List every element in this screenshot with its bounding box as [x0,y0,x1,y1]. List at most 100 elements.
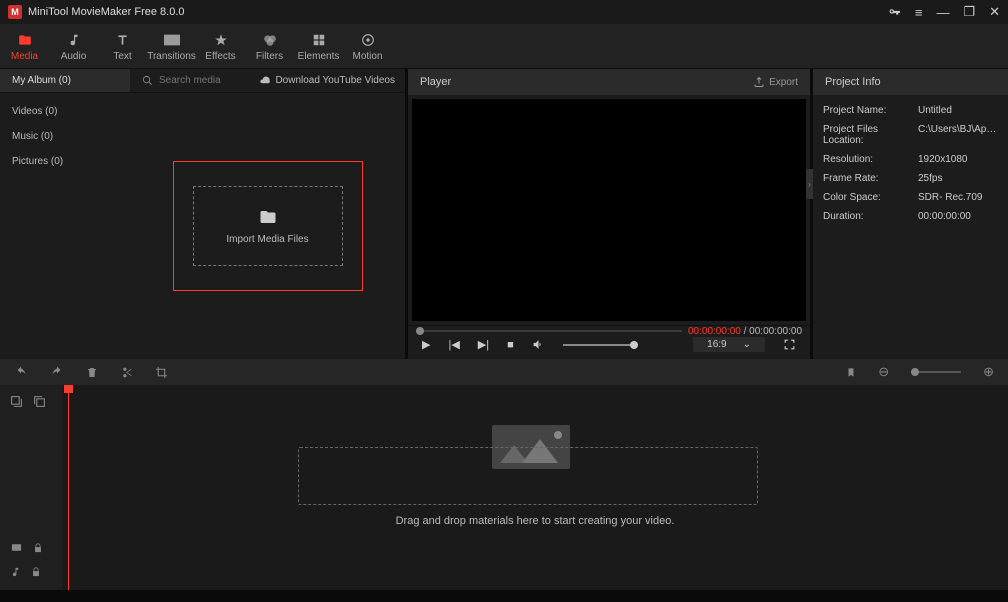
redo-button[interactable] [50,366,64,378]
volume-icon[interactable] [532,338,545,351]
nav-label: Elements [298,51,340,62]
timeline: Drag and drop materials here to start cr… [0,385,1008,590]
info-value: 25fps [918,173,998,184]
category-music[interactable]: Music (0) [0,124,130,149]
add-track-button[interactable] [10,395,23,408]
video-track-icon[interactable] [10,542,23,554]
nav-label: Audio [61,51,87,62]
transitions-icon [164,31,180,49]
search-input[interactable] [159,75,249,86]
motion-icon [361,31,375,49]
minimize-icon[interactable]: — [936,5,949,20]
info-value: 00:00:00:00 [918,211,998,222]
info-value: C:\Users\BJ\App... [918,124,998,146]
crop-button[interactable] [155,366,168,379]
fullscreen-button[interactable] [783,338,796,351]
nav-motion[interactable]: Motion [343,24,392,68]
preview-area[interactable] [412,99,806,321]
close-icon[interactable]: ✕ [989,4,1000,20]
info-key: Color Space: [823,192,918,203]
lock-icon[interactable] [31,566,41,578]
timeline-hint: Drag and drop materials here to start cr… [62,515,1008,527]
app-title: MiniTool MovieMaker Free 8.0.0 [28,6,888,18]
seek-slider[interactable] [416,330,682,332]
split-button[interactable] [120,366,133,379]
info-key: Duration: [823,211,918,222]
import-dropzone[interactable]: Import Media Files [193,186,343,266]
info-value: 1920x1080 [918,154,998,165]
marker-button[interactable] [846,366,856,379]
export-label: Export [769,77,798,88]
elements-icon [312,31,326,49]
timeline-dropzone[interactable] [298,447,758,505]
nav-filters[interactable]: Filters [245,24,294,68]
effects-icon [214,31,228,49]
cloud-download-icon [259,75,271,86]
app-logo: M [8,5,22,19]
top-nav: Media Audio Text Transitions Effects Fil… [0,24,1008,69]
maximize-icon[interactable]: ❐ [963,4,975,20]
download-youtube-link[interactable]: Download YouTube Videos [259,75,395,86]
audio-track-icon[interactable] [10,566,21,578]
nav-label: Effects [205,51,235,62]
timeline-track-headers [0,385,62,590]
media-panel: My Album (0) Download YouTube Videos Vid… [0,69,405,359]
zoom-out-button[interactable]: ⊖ [878,364,889,380]
playhead[interactable] [68,385,69,590]
info-value: Untitled [918,105,998,116]
nav-label: Filters [256,51,283,62]
download-label: Download YouTube Videos [275,75,395,86]
zoom-in-button[interactable]: ⊕ [983,364,994,380]
media-categories: Videos (0) Music (0) Pictures (0) [0,93,130,359]
chevron-down-icon: ⌄ [743,339,751,350]
prev-frame-button[interactable]: |◀ [448,338,459,351]
import-label: Import Media Files [226,234,308,245]
duplicate-track-button[interactable] [33,395,46,408]
info-key: Frame Rate: [823,173,918,184]
export-button[interactable]: Export [753,76,798,88]
nav-label: Text [113,51,131,62]
category-videos[interactable]: Videos (0) [0,99,130,124]
nav-effects[interactable]: Effects [196,24,245,68]
info-key: Project Files Location: [823,124,918,146]
key-icon[interactable] [888,6,901,19]
stop-button[interactable]: ■ [507,339,514,351]
category-pictures[interactable]: Pictures (0) [0,149,130,174]
filters-icon [262,31,278,49]
delete-button[interactable] [86,366,98,379]
nav-label: Motion [352,51,382,62]
titlebar: M MiniTool MovieMaker Free 8.0.0 ≡ — ❐ ✕ [0,0,1008,24]
project-info-panel: › Project Info Project Name:Untitled Pro… [813,69,1008,359]
menu-icon[interactable]: ≡ [915,5,923,20]
folder-icon [258,208,278,226]
text-icon [115,31,130,49]
import-highlight: Import Media Files [173,161,363,291]
album-tab[interactable]: My Album (0) [0,69,130,92]
info-title: Project Info [825,76,996,88]
nav-label: Media [11,51,38,62]
nav-audio[interactable]: Audio [49,24,98,68]
volume-slider[interactable] [563,344,638,346]
next-frame-button[interactable]: ▶| [478,338,489,351]
zoom-slider[interactable] [911,371,961,373]
play-button[interactable]: ▶ [422,338,430,351]
lock-icon[interactable] [33,542,43,554]
music-icon [67,31,81,49]
folder-icon [17,31,33,49]
info-value: SDR- Rec.709 [918,192,998,203]
export-icon [753,76,765,88]
aspect-ratio-select[interactable]: 16:9⌄ [693,337,765,352]
timeline-toolbar: ⊖ ⊕ [0,359,1008,385]
undo-button[interactable] [14,366,28,378]
info-key: Project Name: [823,105,918,116]
nav-media[interactable]: Media [0,24,49,68]
transport-bar: 00:00:00:00 / 00:00:00:00 ▶ |◀ ▶| ■ 16:9… [408,325,810,359]
nav-elements[interactable]: Elements [294,24,343,68]
nav-label: Transitions [147,51,196,62]
timeline-tracks[interactable]: Drag and drop materials here to start cr… [62,385,1008,590]
info-key: Resolution: [823,154,918,165]
search-icon [142,75,153,86]
collapse-panel-button[interactable]: › [806,169,813,199]
nav-transitions[interactable]: Transitions [147,24,196,68]
nav-text[interactable]: Text [98,24,147,68]
